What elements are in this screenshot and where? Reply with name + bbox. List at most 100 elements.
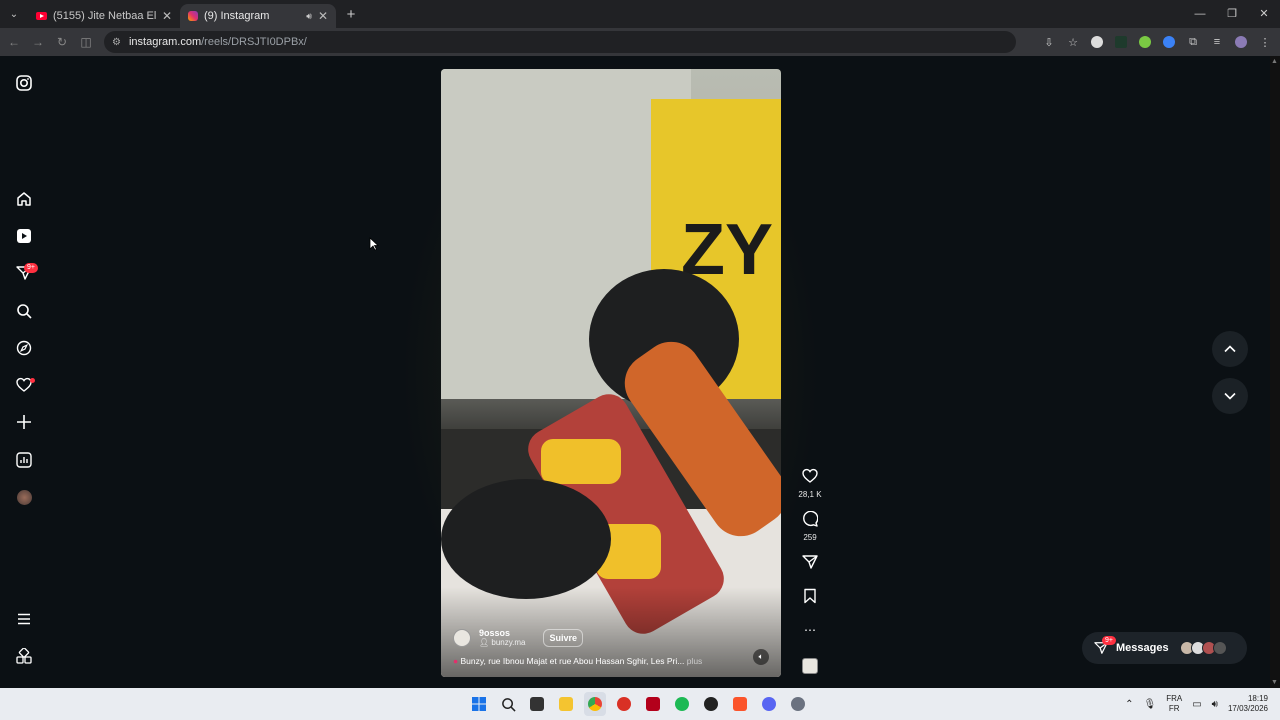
minimize-icon[interactable]: — (1184, 0, 1216, 28)
back-icon[interactable]: ← (2, 35, 26, 49)
bookmark-icon (804, 588, 816, 604)
author-subtitle: 👤︎ bunzy.ma (479, 638, 525, 647)
reels-icon[interactable] (14, 226, 34, 246)
close-icon[interactable]: ✕ (318, 9, 328, 23)
home-icon[interactable] (14, 189, 34, 209)
tab-search-chevron-icon[interactable]: ⌄ (0, 9, 28, 20)
clock-date: 17/03/2026 (1227, 704, 1268, 713)
notification-dot (30, 378, 35, 383)
more-options-icon[interactable]: ⋯ (795, 623, 825, 637)
page-scrollbar[interactable] (1270, 56, 1280, 688)
start-windows-icon[interactable] (468, 692, 490, 716)
heart-icon (802, 468, 818, 483)
instagram-logo-icon[interactable] (14, 73, 34, 93)
comment-button[interactable]: 259 (795, 510, 825, 542)
display-icon[interactable]: ▭ (1192, 699, 1201, 710)
new-tab-button[interactable]: + (340, 6, 362, 23)
instagram-page: 9+ ZY 9ossos 👤︎ bunzy.ma Suivre ● Bunzy,… (0, 56, 1280, 688)
forward-icon[interactable]: → (26, 35, 50, 49)
bookmark-star-icon[interactable]: ☆ (1064, 33, 1082, 51)
task-view-icon[interactable] (526, 692, 548, 716)
more-menu-icon[interactable] (14, 609, 34, 629)
mute-toggle-icon[interactable]: 🔈︎ (753, 649, 769, 665)
author-avatar[interactable] (453, 628, 471, 647)
restore-icon[interactable]: ❐ (1216, 0, 1248, 28)
clock-time: 18:19 (1247, 694, 1268, 703)
tab-title: (5155) Jite Netbaa El Zhar - You (53, 10, 156, 22)
reel-video[interactable]: ZY 9ossos 👤︎ bunzy.ma Suivre ● Bunzy, ru… (441, 69, 781, 677)
caption-more-link[interactable]: plus (687, 656, 703, 666)
author-username[interactable]: 9ossos (479, 628, 525, 638)
audio-thumbnail[interactable] (802, 658, 818, 674)
pin-icon: ● (453, 656, 459, 666)
browser-tab-bar: ⌄ (5155) Jite Netbaa El Zhar - You ✕ (9)… (0, 0, 1280, 28)
window-controls: — ❐ ✕ (1184, 0, 1280, 28)
extension-openai-icon[interactable] (1088, 33, 1106, 51)
acrobat-icon[interactable] (642, 692, 664, 716)
volume-icon[interactable]: 🔊︎ (1212, 699, 1218, 710)
discord-icon[interactable] (758, 692, 780, 716)
instagram-favicon-icon (188, 11, 198, 21)
messages-button[interactable]: 9+ Messages (1082, 632, 1247, 664)
taskbar-search-icon[interactable] (497, 692, 519, 716)
extension-terminal-icon[interactable] (1112, 33, 1130, 51)
mouse-cursor-icon (369, 237, 379, 251)
person-icon: 👤︎ (479, 638, 490, 647)
tray-chevron-up-icon[interactable]: ⌃ (1125, 699, 1133, 710)
tab-title: (9) Instagram (204, 10, 270, 22)
app-dark-circle-icon[interactable] (700, 692, 722, 716)
profile-avatar-icon[interactable] (1232, 33, 1250, 51)
spotify-icon[interactable] (671, 692, 693, 716)
search-icon[interactable] (14, 301, 34, 321)
profile-avatar[interactable] (14, 487, 34, 507)
speaker-icon[interactable]: 🔊︎ (306, 11, 312, 22)
chrome-icon[interactable] (584, 692, 606, 716)
menu-kebab-icon[interactable]: ⋮ (1256, 33, 1274, 51)
create-plus-icon[interactable] (14, 412, 34, 432)
author-info: 9ossos 👤︎ bunzy.ma (479, 628, 525, 647)
dashboard-chart-icon[interactable] (14, 450, 34, 470)
app-red-circle-icon[interactable] (613, 692, 635, 716)
follow-button[interactable]: Suivre (543, 628, 583, 647)
tab-instagram[interactable]: (9) Instagram 🔊︎ ✕ (180, 4, 336, 28)
explore-compass-icon[interactable] (14, 338, 34, 358)
file-explorer-icon[interactable] (555, 692, 577, 716)
taskbar-apps (468, 692, 809, 716)
extension-blue-icon[interactable] (1160, 33, 1178, 51)
chevron-down-icon (1224, 392, 1236, 400)
caption-text: Bunzy, rue Ibnou Majat et rue Abou Hassa… (460, 656, 685, 666)
share-button[interactable] (795, 554, 825, 575)
settings-gear-icon[interactable] (787, 692, 809, 716)
url-host: instagram.com (128, 36, 202, 48)
microphone-icon[interactable]: 🎙︎ (1143, 699, 1156, 710)
comment-count: 259 (803, 533, 817, 542)
reel-author: 9ossos 👤︎ bunzy.ma Suivre (453, 628, 583, 647)
instagram-sidebar: 9+ (0, 56, 48, 688)
close-icon[interactable]: ✕ (162, 9, 172, 23)
also-from-meta-icon[interactable] (14, 646, 34, 666)
share-paper-plane-icon (802, 555, 818, 569)
extension-leaf-icon[interactable] (1136, 33, 1154, 51)
video-glove-bottom (441, 479, 611, 599)
side-panel-icon[interactable]: ◫ (74, 35, 98, 49)
install-app-icon[interactable]: ⇩ (1040, 33, 1058, 51)
brave-icon[interactable] (729, 692, 751, 716)
previous-reel-button[interactable] (1212, 331, 1248, 367)
tab-youtube[interactable]: (5155) Jite Netbaa El Zhar - You ✕ (28, 4, 180, 28)
like-button[interactable]: 28,1 K (795, 468, 825, 499)
clock[interactable]: 18:19 17/03/2026 (1228, 694, 1268, 714)
video-cheese (541, 439, 621, 484)
address-bar[interactable]: ⚙ instagram.com/reels/DRSJTI0DPBx/ (104, 31, 1016, 53)
save-button[interactable] (795, 588, 825, 609)
language-indicator[interactable]: FRA FR (1166, 694, 1182, 714)
tab-list-icon[interactable]: ≡ (1208, 33, 1226, 51)
reel-caption[interactable]: ● Bunzy, rue Ibnou Majat et rue Abou Has… (453, 656, 702, 666)
extensions-puzzle-icon[interactable]: ⧉ (1184, 33, 1202, 51)
system-tray: ⌃ 🎙︎ FRA FR ▭ 🔊︎ 18:19 17/03/2026 (1125, 688, 1268, 720)
next-reel-button[interactable] (1212, 378, 1248, 414)
windows-taskbar: ⌃ 🎙︎ FRA FR ▭ 🔊︎ 18:19 17/03/2026 (0, 688, 1280, 720)
close-window-icon[interactable]: ✕ (1248, 0, 1280, 28)
site-info-icon[interactable]: ⚙ (112, 37, 121, 48)
reload-icon[interactable]: ↻ (50, 35, 74, 49)
author-tag[interactable]: bunzy.ma (491, 638, 525, 647)
